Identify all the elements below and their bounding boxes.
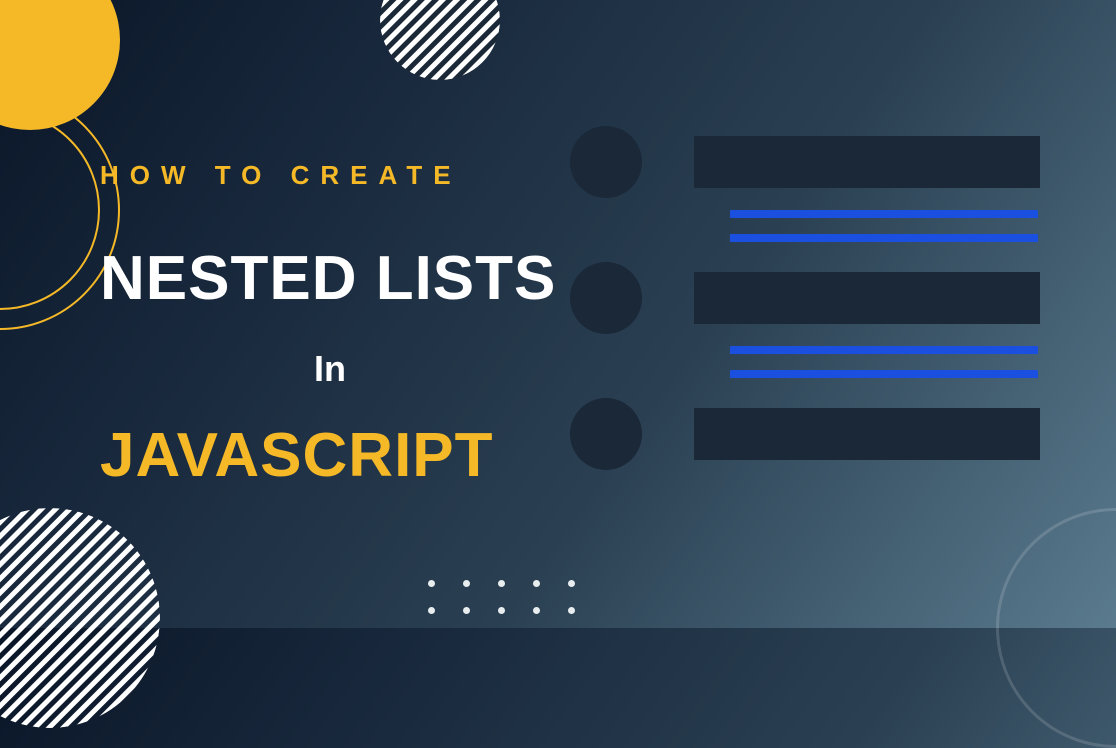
list-bar [694, 408, 1040, 460]
nested-sublist [730, 346, 1040, 378]
dot-icon [568, 580, 575, 587]
nested-list-diagram [570, 126, 1040, 482]
headline-block: HOW TO CREATE NESTED LISTS In JAVASCRIPT [100, 160, 560, 491]
decorative-striped-quarter [0, 508, 160, 728]
list-bar [694, 136, 1040, 188]
tech-text: JAVASCRIPT [100, 420, 560, 491]
dot-icon [533, 580, 540, 587]
list-item [570, 126, 1040, 198]
list-bar [694, 272, 1040, 324]
dot-icon [463, 580, 470, 587]
dot-icon [533, 607, 540, 614]
list-bullet-icon [570, 262, 642, 334]
list-item [570, 398, 1040, 470]
dot-icon [428, 607, 435, 614]
dot-icon [463, 607, 470, 614]
title-text: NESTED LISTS [100, 243, 560, 314]
dot-icon [428, 580, 435, 587]
list-item [570, 262, 1040, 334]
decorative-dot-grid [428, 580, 575, 614]
sublist-line [730, 234, 1038, 242]
dot-icon [568, 607, 575, 614]
list-bullet-icon [570, 398, 642, 470]
dot-icon [498, 580, 505, 587]
dot-icon [498, 607, 505, 614]
sublist-line [730, 210, 1038, 218]
decorative-arc-bottom-right [996, 508, 1116, 748]
list-bullet-icon [570, 126, 642, 198]
connector-text: In [100, 348, 560, 390]
kicker-text: HOW TO CREATE [100, 160, 560, 191]
sublist-line [730, 346, 1038, 354]
sublist-line [730, 370, 1038, 378]
decorative-striped-circle [380, 0, 500, 80]
nested-sublist [730, 210, 1040, 242]
